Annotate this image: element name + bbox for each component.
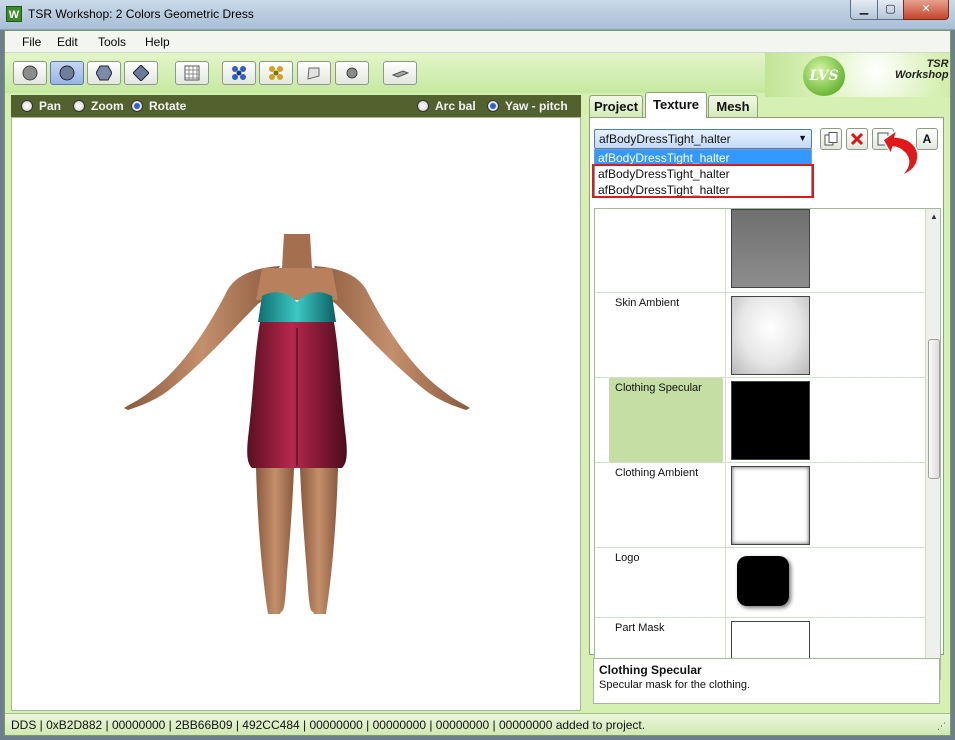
tab-project[interactable]: Project — [589, 95, 643, 117]
list-scrollbar[interactable]: ▲ ▼ — [925, 209, 940, 679]
small-sphere-icon — [346, 67, 358, 79]
list-item[interactable]: Logo — [595, 548, 925, 618]
floor-button[interactable] — [297, 61, 331, 85]
rotate-label: Rotate — [149, 99, 187, 113]
diamond-shading-button[interactable] — [124, 61, 158, 85]
background-button[interactable] — [335, 61, 369, 85]
texture-panel: afBodyDressTight_halter ▼ A afBodyDressT… — [589, 117, 944, 680]
zoom-label: Zoom — [91, 99, 124, 113]
morph-view-button[interactable] — [259, 61, 293, 85]
title-bar: W TSR Workshop: 2 Colors Geometric Dress… — [0, 0, 955, 30]
hexagon-icon — [96, 65, 112, 81]
tsr-workshop-logo: TSR Workshop — [895, 59, 949, 81]
yaw-pitch-label: Yaw - pitch — [505, 99, 568, 113]
arc-ball-label: Arc bal — [435, 99, 476, 113]
channel-label: Clothing Specular — [609, 378, 723, 462]
texture-channel-list[interactable]: Skin Ambient Clothing Specular Clothing … — [594, 208, 941, 680]
channel-label: Logo — [615, 552, 640, 564]
maximize-button[interactable]: ▢ — [877, 0, 904, 20]
3d-viewport[interactable] — [11, 117, 581, 711]
sphere-smooth-icon — [59, 65, 75, 81]
smooth-shading-button[interactable] — [50, 61, 84, 85]
close-button[interactable]: ✕ — [903, 0, 949, 20]
description-text: Specular mask for the clothing. — [599, 679, 751, 691]
sphere-flat-icon — [22, 65, 38, 81]
pan-radio[interactable] — [21, 100, 33, 112]
pan-label: Pan — [39, 99, 62, 113]
menu-file[interactable]: File — [22, 35, 41, 49]
menu-edit[interactable]: Edit — [57, 35, 78, 49]
channel-label: Skin Ambient — [615, 297, 680, 309]
zoom-radio[interactable] — [73, 100, 85, 112]
resize-grip-icon[interactable]: ⋰ — [937, 721, 946, 732]
grid-icon — [184, 65, 200, 81]
texture-set-select[interactable]: afBodyDressTight_halter ▼ — [594, 129, 812, 149]
annotation-highlight-box — [592, 164, 814, 198]
annotation-red-arrow-icon — [882, 128, 919, 177]
copy-icon — [824, 132, 838, 146]
channel-description: Clothing Specular Specular mask for the … — [593, 658, 940, 704]
tab-mesh[interactable]: Mesh — [708, 95, 758, 117]
app-icon: W — [6, 6, 22, 22]
list-item[interactable]: Clothing Specular — [595, 378, 925, 463]
texture-thumbnail[interactable] — [731, 466, 810, 545]
lvs-badge-logo: LVS — [803, 56, 845, 96]
delete-x-icon — [850, 132, 864, 146]
scroll-thumb[interactable] — [928, 339, 940, 479]
dress-model-render — [124, 234, 470, 614]
copy-texture-button[interactable] — [820, 128, 842, 150]
delete-texture-button[interactable] — [846, 128, 868, 150]
shadow-plate-icon — [391, 70, 409, 78]
branding-area: LVS TSR Workshop — [765, 53, 950, 97]
flat-shading-button[interactable] — [13, 61, 47, 85]
description-title: Clothing Specular — [599, 663, 702, 677]
rotate-radio[interactable] — [131, 100, 143, 112]
hex-shading-button[interactable] — [87, 61, 121, 85]
tsr-logo-line2: Workshop — [895, 69, 949, 81]
texture-set-value: afBodyDressTight_halter — [599, 132, 731, 146]
texture-thumbnail[interactable] — [731, 296, 810, 375]
minimize-button[interactable]: ▁ — [850, 0, 878, 20]
list-item[interactable]: Skin Ambient — [595, 293, 925, 378]
status-text: DDS | 0xB2D882 | 00000000 | 2BB66B09 | 4… — [11, 718, 646, 732]
menu-tools[interactable]: Tools — [98, 35, 126, 49]
floor-panel-icon — [307, 67, 320, 80]
molecule-gold-icon — [269, 66, 283, 80]
window-title: TSR Workshop: 2 Colors Geometric Dress — [28, 7, 254, 21]
scroll-up-icon[interactable]: ▲ — [926, 209, 940, 225]
texture-thumbnail[interactable] — [731, 209, 810, 288]
menu-help[interactable]: Help — [145, 35, 170, 49]
list-item[interactable] — [595, 209, 925, 293]
viewport-controls: Pan Zoom Rotate Arc bal Yaw - pitch — [11, 95, 581, 117]
chevron-down-icon: ▼ — [798, 133, 807, 143]
yaw-pitch-radio[interactable] — [487, 100, 499, 112]
molecule-blue-icon — [232, 66, 246, 80]
uv-grid-button[interactable] — [175, 61, 209, 85]
status-bar: DDS | 0xB2D882 | 00000000 | 2BB66B09 | 4… — [5, 713, 950, 735]
app-frame: File Edit Tools Help LVS TSR Workshop Pa… — [4, 30, 951, 736]
texture-thumbnail[interactable] — [731, 381, 810, 460]
diamond-icon — [133, 65, 149, 81]
channel-label — [609, 209, 723, 292]
logo-thumbnail[interactable] — [737, 556, 789, 606]
menu-bar: File Edit Tools Help — [5, 31, 950, 53]
shadow-button[interactable] — [383, 61, 417, 85]
list-item[interactable]: Clothing Ambient — [595, 463, 925, 548]
arc-ball-radio[interactable] — [417, 100, 429, 112]
bones-view-button[interactable] — [222, 61, 256, 85]
channel-label: Clothing Ambient — [615, 467, 699, 479]
tab-texture[interactable]: Texture — [645, 92, 707, 118]
